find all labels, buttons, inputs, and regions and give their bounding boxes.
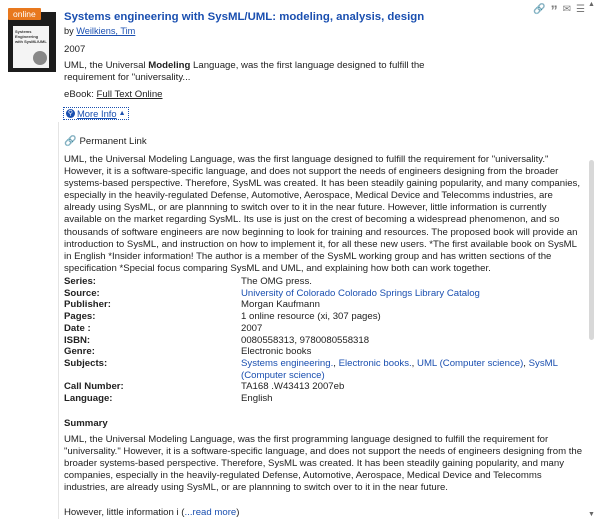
field-label: Date : bbox=[64, 322, 91, 334]
field-row-source: Source: University of Colorado Colorado … bbox=[64, 288, 584, 300]
more-info-toggle[interactable]: ⚲ More Info ▲ bbox=[63, 107, 129, 120]
field-row-language: Language: English bbox=[64, 393, 584, 405]
scroll-down-arrow-icon[interactable]: ▼ bbox=[588, 511, 595, 518]
record-description: UML, the Universal Modeling Language, wa… bbox=[64, 154, 581, 274]
more-info-label: More Info bbox=[77, 108, 117, 119]
subject-link[interactable]: UML (Computer science) bbox=[417, 358, 523, 369]
field-row-publisher: Publisher: Morgan Kaufmann bbox=[64, 299, 584, 311]
link-icon[interactable]: 🔗 bbox=[533, 4, 545, 15]
source-link[interactable]: University of Colorado Colorado Springs … bbox=[241, 288, 480, 299]
author-link[interactable]: Weilkiens, Tim bbox=[76, 26, 135, 36]
email-icon[interactable]: ✉ bbox=[563, 4, 571, 15]
field-row-series: Series: The OMG press. bbox=[64, 276, 584, 288]
link-icon: 🔗 bbox=[64, 136, 77, 147]
field-label: Publisher: bbox=[64, 299, 111, 311]
snippet-text: UML, the Universal bbox=[64, 60, 149, 71]
caret-up-icon: ▲ bbox=[118, 110, 126, 117]
field-label: Pages: bbox=[64, 311, 96, 323]
field-label: Genre: bbox=[64, 346, 95, 358]
record-fields-table: Series: The OMG press. Source: Universit… bbox=[64, 276, 584, 405]
field-value: 0080558313, 9780080558318 bbox=[241, 334, 370, 346]
field-row-date: Date : 2007 bbox=[64, 323, 584, 335]
record-toolbar: 🔗 ” ✉ ☰ bbox=[533, 3, 585, 17]
cite-quote-icon[interactable]: ” bbox=[551, 3, 558, 17]
summary-text: UML, the Universal Modeling Language, wa… bbox=[64, 434, 583, 494]
field-value: The OMG press. bbox=[241, 276, 312, 287]
field-label: Source: bbox=[64, 287, 100, 299]
format-label: eBook: bbox=[64, 89, 94, 100]
field-value: 2007 bbox=[241, 322, 263, 334]
summary-heading: Summary bbox=[64, 418, 108, 429]
summary-truncated-text: However, little information i ( bbox=[64, 507, 185, 518]
permanent-link-label: Permanent Link bbox=[79, 136, 147, 147]
field-row-subjects: Subjects: Systems engineering., Electron… bbox=[64, 358, 584, 381]
author-line: by Weilkiens, Tim bbox=[64, 26, 135, 36]
record-title-link[interactable]: Systems engineering with SysML/UML: mode… bbox=[64, 11, 424, 23]
subjects-list: Systems engineering., Electronic books.,… bbox=[241, 357, 558, 381]
summary-truncated-suffix: ) bbox=[236, 507, 240, 518]
more-actions-icon[interactable]: ☰ bbox=[576, 4, 585, 15]
scrollbar[interactable]: ▲ ▼ bbox=[587, 0, 596, 519]
author-prefix: by bbox=[64, 26, 74, 36]
format-line: eBook: Full Text Online bbox=[64, 89, 163, 100]
field-value: Electronic books bbox=[241, 346, 312, 358]
subject-link[interactable]: Electronic books. bbox=[339, 358, 412, 369]
book-cover: Systems Engineering with SysML/UML bbox=[13, 26, 49, 68]
field-value: TA168 .W43413 2007eb bbox=[241, 381, 345, 393]
field-label: Call Number: bbox=[64, 381, 124, 393]
field-row-call-number: Call Number: TA168 .W43413 2007eb bbox=[64, 381, 584, 393]
cover-art bbox=[33, 51, 47, 65]
book-cover-thumbnail[interactable]: Systems Engineering with SysML/UML bbox=[8, 12, 56, 72]
scroll-up-arrow-icon[interactable]: ▲ bbox=[588, 1, 595, 8]
field-value: Morgan Kaufmann bbox=[241, 299, 320, 311]
online-badge: online bbox=[8, 8, 41, 20]
field-value: 1 online resource (xi, 307 pages) bbox=[241, 311, 381, 323]
read-more-link[interactable]: ...read more bbox=[185, 507, 237, 518]
search-icon: ⚲ bbox=[66, 109, 75, 118]
field-row-isbn: ISBN: 0080558313, 9780080558318 bbox=[64, 335, 584, 347]
summary-truncated: However, little information i (...read m… bbox=[64, 507, 239, 518]
scrollbar-thumb[interactable] bbox=[589, 160, 594, 340]
field-value: English bbox=[241, 393, 273, 405]
field-row-genre: Genre: Electronic books bbox=[64, 346, 584, 358]
field-label: ISBN: bbox=[64, 334, 91, 346]
field-row-pages: Pages: 1 online resource (xi, 307 pages) bbox=[64, 311, 584, 323]
field-label: Language: bbox=[64, 393, 113, 405]
record-snippet: UML, the Universal Modeling Language, wa… bbox=[64, 60, 464, 84]
publication-year: 2007 bbox=[64, 44, 86, 55]
cover-title-line: with SysML/UML bbox=[15, 39, 47, 44]
subject-link[interactable]: Systems engineering. bbox=[241, 358, 333, 369]
field-label: Series: bbox=[64, 276, 96, 287]
snippet-highlight: Modeling bbox=[148, 60, 191, 71]
permanent-link[interactable]: 🔗 Permanent Link bbox=[64, 136, 147, 147]
full-text-online-link[interactable]: Full Text Online bbox=[97, 89, 163, 100]
field-label: Subjects: bbox=[64, 357, 108, 369]
